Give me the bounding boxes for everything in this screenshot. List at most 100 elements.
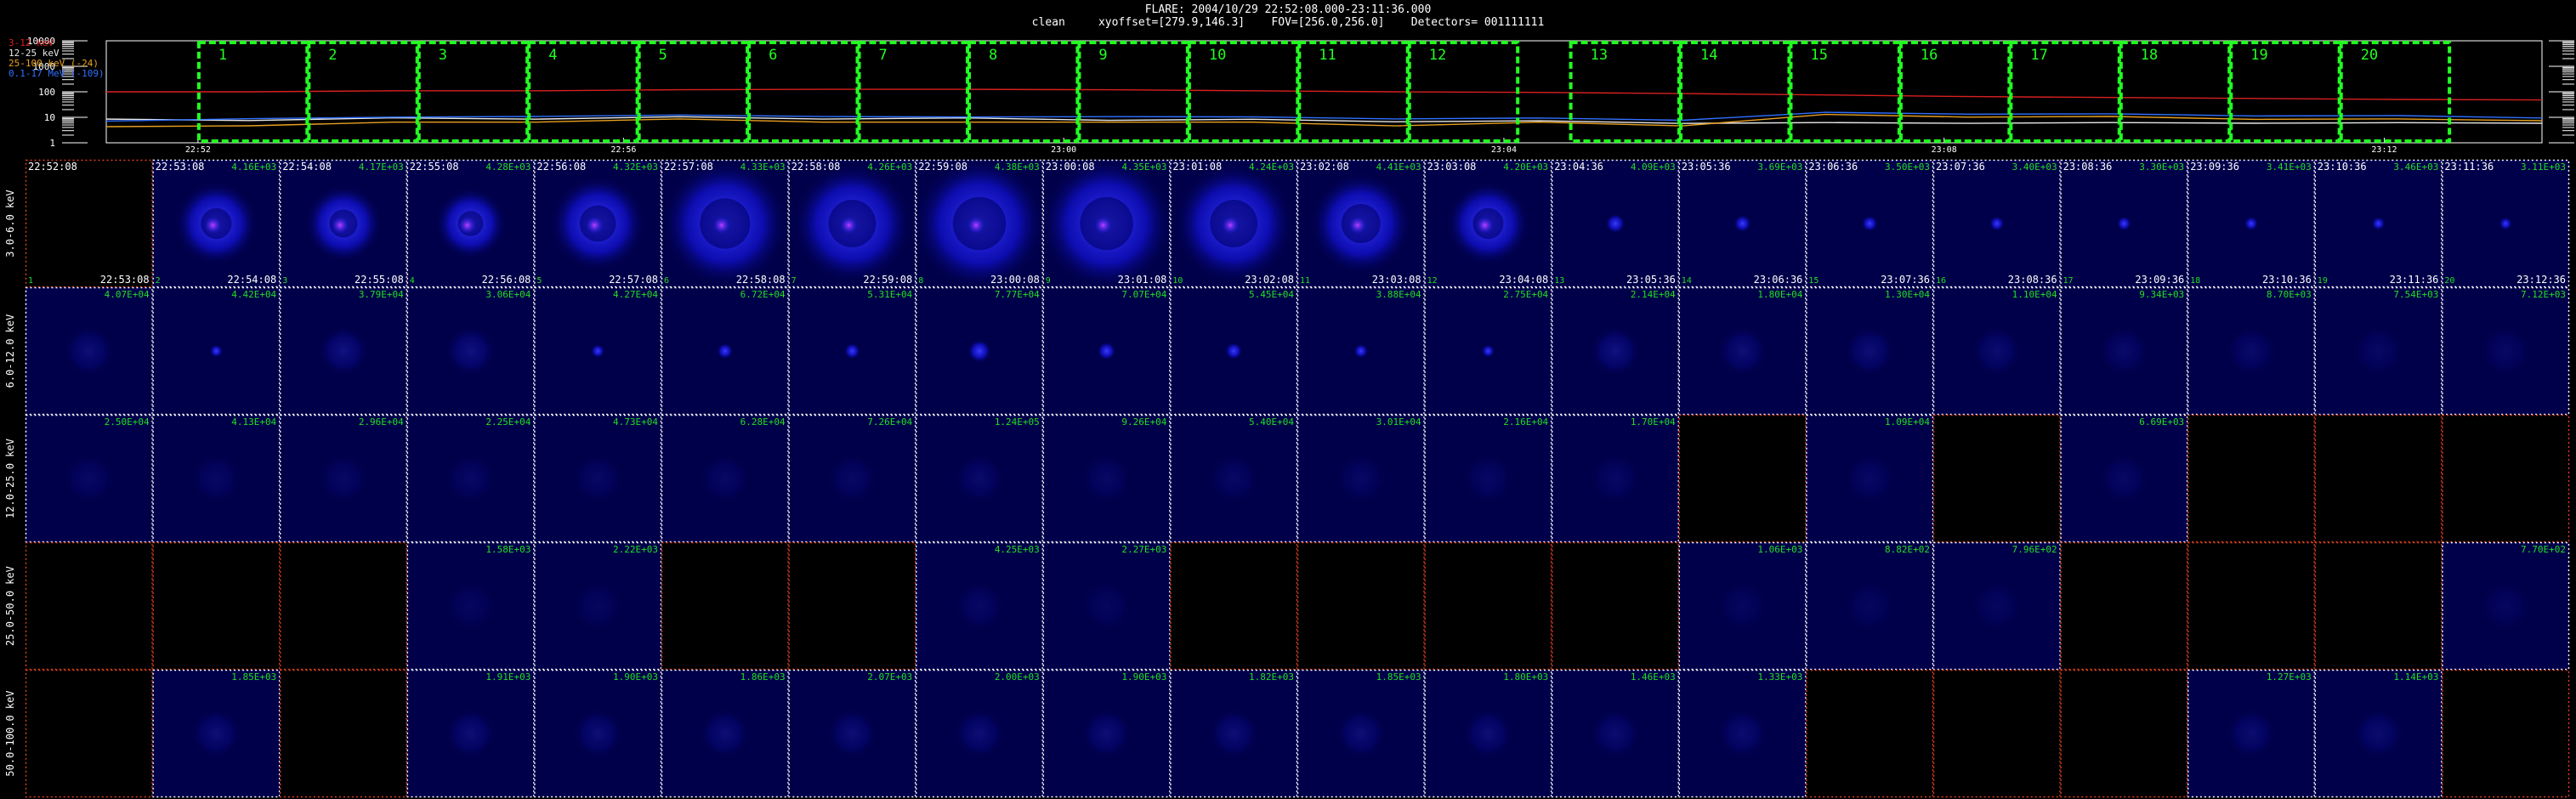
- image-cell[interactable]: 1.86E+03: [661, 669, 789, 798]
- image-cell[interactable]: 1.46E+03: [1551, 669, 1680, 798]
- image-cell[interactable]: 1.90E+03: [1042, 669, 1171, 798]
- image-cell[interactable]: 4.33E+03 22:57:08 22:58:08 6: [661, 159, 789, 288]
- image-cell[interactable]: [152, 541, 281, 671]
- image-cell[interactable]: 1.70E+04: [1551, 414, 1680, 543]
- image-cell[interactable]: 1.90E+03: [534, 669, 662, 798]
- image-cell[interactable]: 7.77E+04: [915, 286, 1044, 416]
- image-cell[interactable]: [2442, 669, 2570, 798]
- image-cell[interactable]: 5.31E+04: [788, 286, 916, 416]
- image-cell[interactable]: 2.14E+04: [1551, 286, 1680, 416]
- image-cell[interactable]: 1.82E+03: [1170, 669, 1298, 798]
- image-cell[interactable]: 5.40E+04: [1170, 414, 1298, 543]
- image-cell[interactable]: 2.00E+03: [915, 669, 1044, 798]
- image-cell[interactable]: 2.22E+03: [534, 541, 662, 671]
- image-cell[interactable]: 1.06E+03: [1678, 541, 1807, 671]
- image-cell[interactable]: 1.80E+04: [1678, 286, 1807, 416]
- image-cell[interactable]: 4.73E+04: [534, 414, 662, 543]
- image-cell[interactable]: [25, 541, 153, 671]
- image-cell[interactable]: [279, 541, 408, 671]
- image-cell[interactable]: 9.34E+03: [2060, 286, 2188, 416]
- image-cell[interactable]: 4.17E+03 22:54:08 22:55:08 3: [279, 159, 408, 288]
- image-cell[interactable]: [1932, 414, 2061, 543]
- image-cell[interactable]: [279, 669, 408, 798]
- image-cell[interactable]: 7.12E+03: [2442, 286, 2570, 416]
- image-cell[interactable]: 8.70E+03: [2187, 286, 2316, 416]
- image-cell[interactable]: [1424, 541, 1552, 671]
- image-cell[interactable]: 1.85E+03: [1297, 669, 1425, 798]
- image-cell[interactable]: 4.09E+03 23:04:36 23:05:36 13: [1551, 159, 1680, 288]
- image-cell[interactable]: 1.27E+03: [2187, 669, 2316, 798]
- image-cell[interactable]: 1.91E+03: [406, 669, 535, 798]
- image-cell[interactable]: 3.50E+03 23:06:36 23:07:36 15: [1806, 159, 1934, 288]
- image-cell[interactable]: [2060, 669, 2188, 798]
- image-cell[interactable]: 2.75E+04: [1424, 286, 1552, 416]
- image-cell[interactable]: [1932, 669, 2061, 798]
- image-cell[interactable]: 4.32E+03 22:56:08 22:57:08 5: [534, 159, 662, 288]
- image-cell[interactable]: 3.11E+03 23:11:36 23:12:36 20: [2442, 159, 2570, 288]
- image-cell[interactable]: 3.88E+04: [1297, 286, 1425, 416]
- image-cell[interactable]: [1170, 541, 1298, 671]
- image-cell[interactable]: 3.69E+03 23:05:36 23:06:36 14: [1678, 159, 1807, 288]
- image-cell[interactable]: 7.07E+04: [1042, 286, 1171, 416]
- image-cell[interactable]: 3.46E+03 23:10:36 23:11:36 19: [2314, 159, 2443, 288]
- image-cell[interactable]: [25, 669, 153, 798]
- image-cell[interactable]: 2.16E+04: [1424, 414, 1552, 543]
- image-cell[interactable]: [2314, 541, 2443, 671]
- image-cell[interactable]: 2.27E+03: [1042, 541, 1171, 671]
- image-cell[interactable]: 2.96E+04: [279, 414, 408, 543]
- image-cell[interactable]: 4.20E+03 23:03:08 23:04:08 12: [1424, 159, 1552, 288]
- image-cell[interactable]: 2.50E+04: [25, 414, 153, 543]
- image-cell[interactable]: 4.25E+03: [915, 541, 1044, 671]
- image-cell[interactable]: [2442, 414, 2570, 543]
- image-cell[interactable]: 4.24E+03 23:01:08 23:02:08 10: [1170, 159, 1298, 288]
- image-cell[interactable]: 3.30E+03 23:08:36 23:09:36 17: [2060, 159, 2188, 288]
- image-cell[interactable]: 1.09E+04: [1806, 414, 1934, 543]
- image-cell[interactable]: 2.07E+03: [788, 669, 916, 798]
- image-cell[interactable]: [1551, 541, 1680, 671]
- image-cell[interactable]: 1.24E+05: [915, 414, 1044, 543]
- image-cell[interactable]: 1.85E+03: [152, 669, 281, 798]
- image-cell[interactable]: 4.13E+04: [152, 414, 281, 543]
- image-cell[interactable]: 1.10E+04: [1932, 286, 2061, 416]
- image-cell[interactable]: 1.30E+04: [1806, 286, 1934, 416]
- image-cell[interactable]: 3.79E+04: [279, 286, 408, 416]
- image-cell[interactable]: 9.26E+04: [1042, 414, 1171, 543]
- image-cell[interactable]: 1.14E+03: [2314, 669, 2443, 798]
- image-cell[interactable]: [2187, 414, 2316, 543]
- image-cell[interactable]: 4.27E+04: [534, 286, 662, 416]
- image-cell[interactable]: 3.41E+03 23:09:36 23:10:36 18: [2187, 159, 2316, 288]
- image-cell[interactable]: 6.72E+04: [661, 286, 789, 416]
- image-cell[interactable]: [2314, 414, 2443, 543]
- image-cell[interactable]: 1.80E+03: [1424, 669, 1552, 798]
- image-cell[interactable]: [661, 541, 789, 671]
- image-cell[interactable]: 3.06E+04: [406, 286, 535, 416]
- image-cell[interactable]: [788, 541, 916, 671]
- image-cell[interactable]: 1.33E+03: [1678, 669, 1807, 798]
- image-cell[interactable]: 6.69E+03: [2060, 414, 2188, 543]
- image-cell[interactable]: 2.25E+04: [406, 414, 535, 543]
- image-cell[interactable]: 7.96E+02: [1932, 541, 2061, 671]
- image-cell[interactable]: 7.70E+02: [2442, 541, 2570, 671]
- image-cell[interactable]: [1806, 669, 1934, 798]
- image-cell[interactable]: 4.26E+03 22:58:08 22:59:08 7: [788, 159, 916, 288]
- image-cell[interactable]: 4.07E+04: [25, 286, 153, 416]
- image-cell[interactable]: 5.45E+04: [1170, 286, 1298, 416]
- image-cell[interactable]: 4.16E+03 22:53:08 22:54:08 2: [152, 159, 281, 288]
- image-cell[interactable]: 3.01E+04: [1297, 414, 1425, 543]
- image-cell[interactable]: 4.35E+03 23:00:08 23:01:08 9: [1040, 158, 1173, 291]
- image-cell[interactable]: 7.54E+03: [2314, 286, 2443, 416]
- image-cell[interactable]: [1678, 414, 1807, 543]
- image-cell[interactable]: 4.41E+03 23:02:08 23:03:08 11: [1297, 159, 1425, 288]
- image-cell[interactable]: [2060, 541, 2188, 671]
- image-cell[interactable]: [2187, 541, 2316, 671]
- image-cell[interactable]: [1297, 541, 1425, 671]
- image-cell[interactable]: 6.28E+04: [661, 414, 789, 543]
- image-cell[interactable]: 8.82E+02: [1806, 541, 1934, 671]
- image-cell[interactable]: 4.42E+04: [152, 286, 281, 416]
- image-cell[interactable]: 4.38E+03 22:59:08 23:00:08 8: [912, 158, 1047, 291]
- image-cell[interactable]: 7.26E+04: [788, 414, 916, 543]
- image-cell[interactable]: 1.58E+03: [406, 541, 535, 671]
- image-cell[interactable]: 22:52:08 22:53:08 1: [25, 159, 153, 288]
- image-cell[interactable]: 3.40E+03 23:07:36 23:08:36 16: [1932, 159, 2061, 288]
- image-cell[interactable]: 4.28E+03 22:55:08 22:56:08 4: [406, 159, 535, 288]
